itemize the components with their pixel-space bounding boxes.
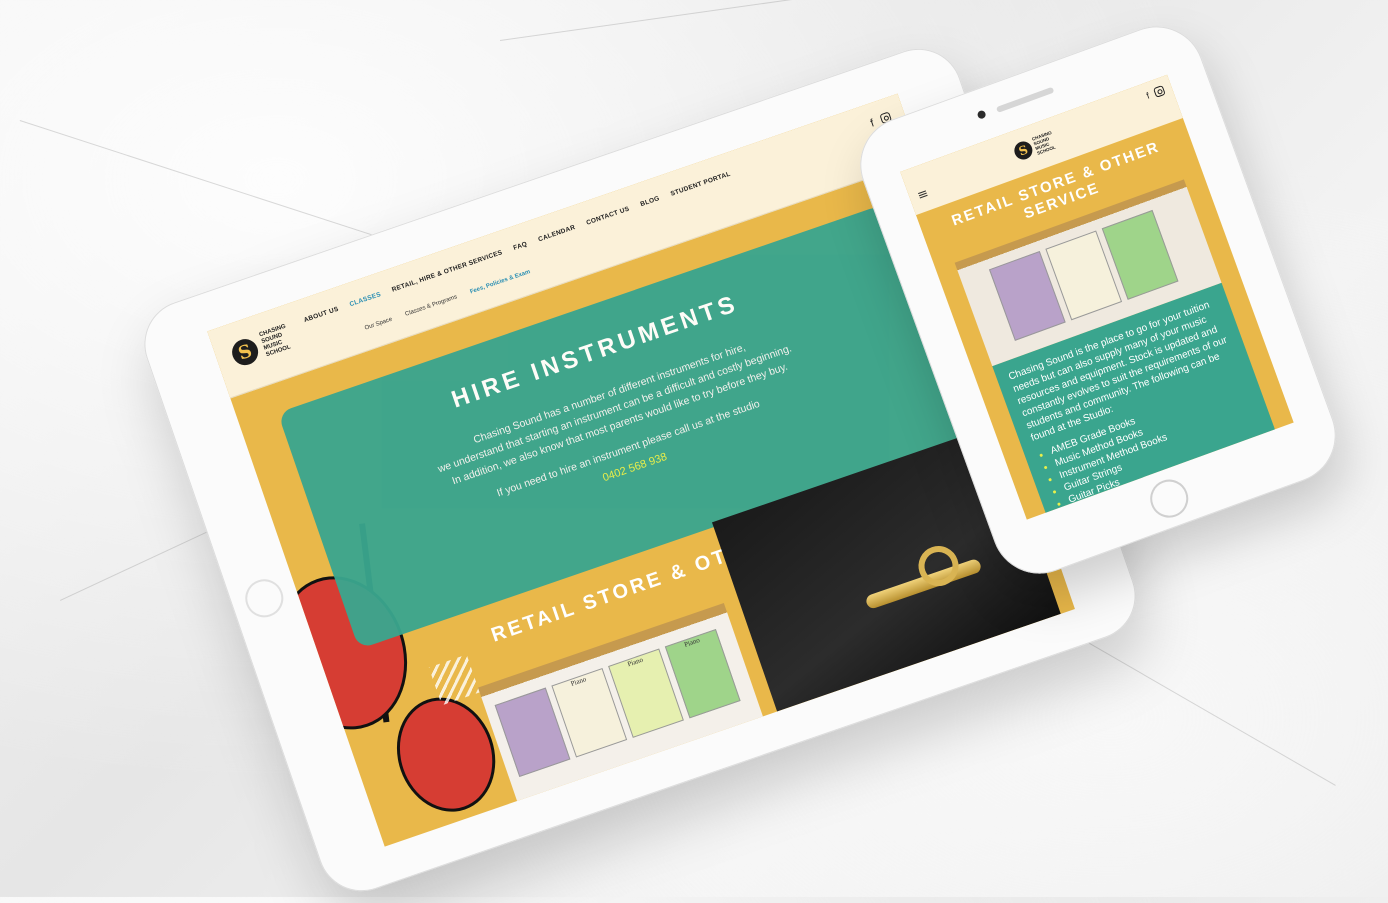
nav-classes[interactable]: CLASSES — [349, 291, 382, 308]
phone-speaker — [995, 86, 1055, 113]
nav-calendar[interactable]: CALENDAR — [537, 224, 576, 243]
site-logo[interactable]: S CHASING SOUND MUSIC SCHOOL — [228, 319, 307, 370]
nav-student-portal[interactable]: STUDENT PORTAL — [670, 171, 732, 198]
nav-contact-us[interactable]: CONTACT US — [585, 205, 630, 226]
instagram-icon[interactable] — [1152, 85, 1166, 98]
submenu-classes-programs[interactable]: Classes & Programs — [404, 294, 458, 317]
hamburger-menu-icon[interactable]: ≡ — [915, 186, 930, 204]
logo-mark-icon: S — [1011, 138, 1035, 163]
nav-blog[interactable]: BLOG — [639, 195, 660, 208]
nav-about-us[interactable]: ABOUT US — [303, 306, 340, 324]
logo-text: CHASING SOUND MUSIC SCHOOL — [258, 323, 292, 359]
facebook-icon[interactable]: f — [869, 117, 876, 129]
phone-camera — [976, 109, 987, 120]
nav-faq[interactable]: FAQ — [513, 241, 529, 252]
marble-vein — [1049, 620, 1336, 786]
site-logo[interactable]: S CHASING SOUND MUSIC SCHOOL — [1011, 127, 1066, 163]
logo-text: CHASING SOUND MUSIC SCHOOL — [1031, 129, 1057, 156]
phone-home-button[interactable] — [1144, 474, 1194, 523]
classes-submenu: Our Space Classes & Programs Fees, Polic… — [364, 269, 531, 332]
submenu-our-space[interactable]: Our Space — [364, 317, 393, 332]
marble-vein — [500, 0, 877, 41]
submenu-fees-policies[interactable]: Fees, Policies & Exam — [469, 269, 531, 295]
logo-mark-icon: S — [228, 335, 262, 369]
facebook-icon[interactable]: f — [1145, 90, 1151, 100]
social-links: f — [1145, 85, 1166, 101]
tablet-home-button[interactable] — [240, 574, 289, 623]
marble-vein — [19, 120, 420, 251]
